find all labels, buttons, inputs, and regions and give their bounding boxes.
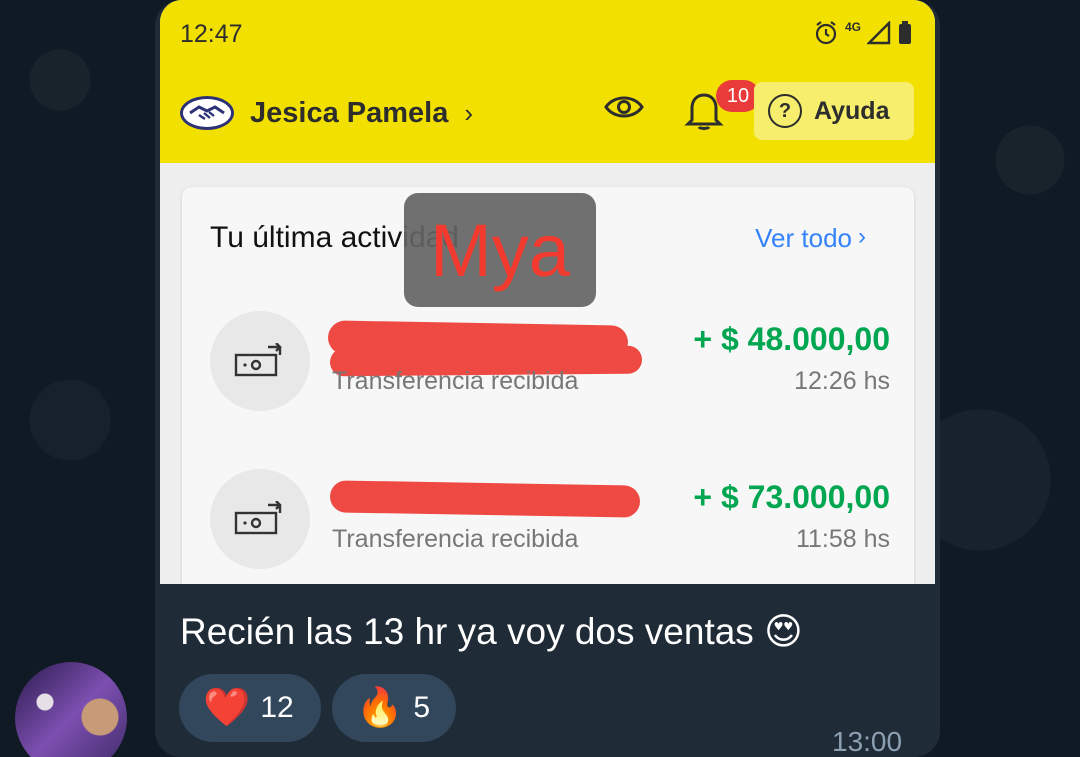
alarm-icon	[815, 21, 837, 45]
message-text: Recién las 13 hr ya voy dos ventas 😍	[180, 611, 803, 652]
header-row: Jesica Pamela › 10 ? Ayuda	[180, 80, 915, 140]
reaction-count: 12	[260, 691, 294, 724]
battery-icon	[899, 21, 911, 44]
transaction-amount: + $ 73.000,00	[693, 479, 890, 515]
heart-icon: ❤️	[203, 687, 251, 729]
transaction-row[interactable]: Transferencia recibida + $ 73.000,00 11:…	[210, 469, 890, 569]
status-icons: 4G	[813, 20, 913, 46]
help-button[interactable]: ? Ayuda	[754, 82, 914, 140]
mercadopago-logo	[180, 96, 234, 130]
reaction-count: 5	[413, 691, 431, 724]
transaction-amount: + $ 48.000,00	[693, 321, 890, 357]
signal-icon	[867, 21, 891, 45]
question-icon: ?	[768, 94, 802, 128]
fire-icon: 🔥	[356, 687, 404, 729]
handshake-icon	[189, 105, 225, 120]
chevron-right-icon[interactable]: ›	[464, 98, 473, 129]
see-all-link[interactable]: Ver todo	[755, 223, 852, 254]
money-transfer-icon	[234, 343, 282, 377]
eye-icon[interactable]	[604, 92, 644, 122]
chevron-right-icon[interactable]: ›	[858, 223, 866, 251]
reaction-heart[interactable]: ❤️ 12	[179, 674, 321, 742]
transaction-description: Transferencia recibida	[332, 367, 579, 395]
status-time: 12:47	[180, 20, 243, 48]
transfer-icon-wrap	[210, 469, 310, 569]
redaction-mark	[329, 480, 641, 518]
message-time: 13:00	[832, 726, 903, 757]
transaction-time: 11:58 hs	[795, 525, 890, 553]
user-name[interactable]: Jesica Pamela	[250, 97, 448, 130]
reaction-fire[interactable]: 🔥 5	[332, 674, 456, 742]
transaction-description: Transferencia recibida	[332, 525, 579, 553]
watermark-label: Mya	[404, 193, 596, 307]
help-label: Ayuda	[814, 96, 890, 125]
transaction-time: 12:26 hs	[794, 367, 890, 395]
money-transfer-icon	[234, 501, 282, 535]
network-type: 4G	[844, 20, 861, 34]
transfer-icon-wrap	[210, 311, 310, 411]
transaction-row[interactable]: Transferencia recibida + $ 48.000,00 12:…	[210, 311, 890, 411]
app-header: 12:47 4G Jesica Pamela › 10 ? Ayuda	[160, 0, 935, 163]
